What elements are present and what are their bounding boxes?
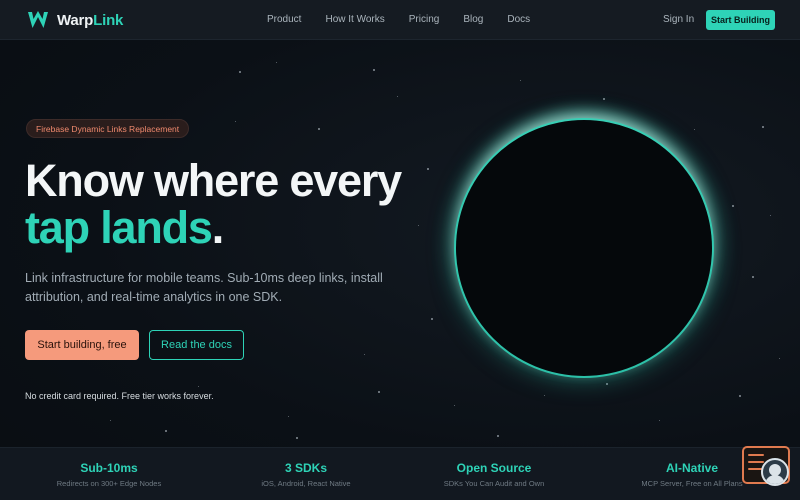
nav-link-blog[interactable]: Blog <box>463 14 483 25</box>
no-credit-card-note: No credit card required. Free tier works… <box>25 391 214 401</box>
hero-headline: Know where every tap lands. <box>25 155 402 253</box>
headline-accent: tap lands <box>25 202 213 253</box>
stat-subtitle: Redirects on 300+ Edge Nodes <box>56 479 162 488</box>
hero-subtitle: Link infrastructure for mobile teams. Su… <box>25 271 383 304</box>
brand-name-word: Warp <box>57 11 94 29</box>
stats-bar: Sub-10ms Redirects on 300+ Edge Nodes 3 … <box>0 447 800 500</box>
brand-name-accent: Link <box>93 11 124 29</box>
stat-subtitle: iOS, Android, React Native <box>261 479 351 488</box>
user-avatar-icon[interactable] <box>761 458 789 486</box>
eclipse-illustration <box>456 120 712 376</box>
stat-title: 3 SDKs <box>284 461 328 475</box>
brand-logo[interactable]: WarpLink <box>27 11 123 29</box>
warplink-logo-icon <box>28 11 48 28</box>
brand-name: WarpLink <box>57 12 123 29</box>
headline-period: . <box>211 202 225 253</box>
read-docs-button[interactable]: Read the docs <box>149 330 244 360</box>
nav-link-pricing[interactable]: Pricing <box>409 14 440 25</box>
top-navbar: WarpLink Product How It Works Pricing Bl… <box>0 0 800 40</box>
hero-badge: Firebase Dynamic Links Replacement <box>26 119 190 138</box>
stat-item: Sub-10ms Redirects on 300+ Edge Nodes <box>9 461 209 488</box>
nav-link-product[interactable]: Product <box>267 14 301 25</box>
start-building-button[interactable]: Start Building <box>706 10 775 30</box>
start-building-free-button[interactable]: Start building, free <box>25 330 139 360</box>
nav-link-docs[interactable]: Docs <box>507 14 530 25</box>
stat-title: Open Source <box>456 461 532 475</box>
stat-title: Sub-10ms <box>80 461 138 475</box>
stat-item: Open Source SDKs You Can Audit and Own <box>394 461 594 488</box>
headline-line-1: Know where every <box>25 155 402 206</box>
nav-link-how-it-works[interactable]: How It Works <box>325 14 384 25</box>
nav-links: Product How It Works Pricing Blog Docs <box>267 14 554 25</box>
stat-subtitle: SDKs You Can Audit and Own <box>443 479 545 488</box>
stat-item: 3 SDKs iOS, Android, React Native <box>206 461 406 488</box>
sign-in-link[interactable]: Sign In <box>663 14 694 25</box>
